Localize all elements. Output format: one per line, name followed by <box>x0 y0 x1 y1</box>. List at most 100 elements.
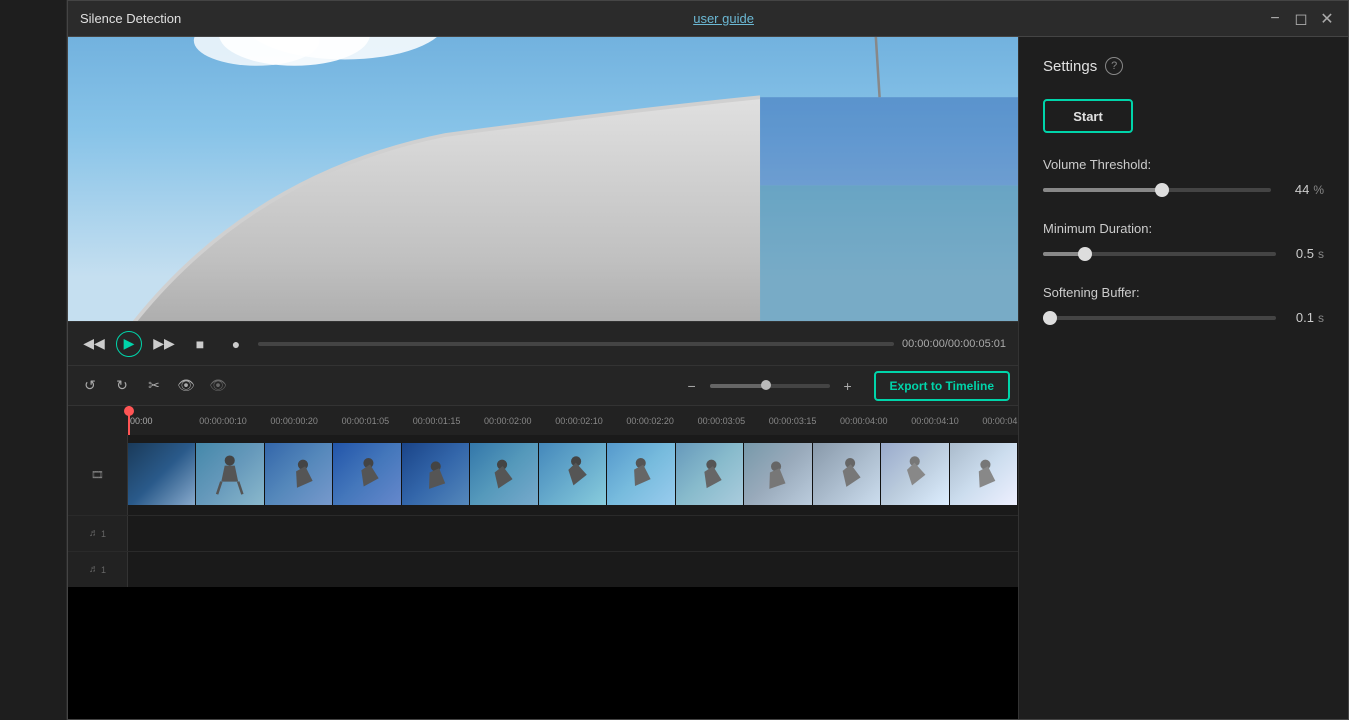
minimum-duration-slider-row: 0.5 s <box>1043 246 1324 261</box>
settings-title: Settings <box>1043 58 1097 75</box>
minimum-duration-value: 0.5 s <box>1286 246 1324 261</box>
audio-track-2-content <box>128 552 1018 587</box>
frame-3 <box>333 443 401 505</box>
audio-track-2-label: ♬ 1 <box>68 552 128 587</box>
ruler-mark-9: 00:00:03:15 <box>769 416 817 426</box>
minimum-duration-unit: s <box>1318 247 1324 261</box>
zoom-out-button[interactable]: − <box>678 372 706 400</box>
softening-buffer-value: 0.1 s <box>1286 310 1324 325</box>
video-track: 🎞 <box>68 435 1018 515</box>
video-track-icon: 🎞 <box>91 470 104 481</box>
volume-threshold-group: Volume Threshold: 44 % <box>1043 157 1324 197</box>
ruler-mark-6: 00:00:02:10 <box>555 416 603 426</box>
play-button[interactable]: ▶▶ <box>150 330 178 358</box>
frame-5 <box>470 443 538 505</box>
frame-2 <box>265 443 333 505</box>
dialog-center-title[interactable]: user guide <box>693 11 754 26</box>
audio-2-number: 1 <box>101 565 106 575</box>
title-controls: − ◻ ✕ <box>1266 10 1336 28</box>
zoom-slider[interactable] <box>710 384 830 388</box>
zoom-controls: − + <box>678 372 862 400</box>
step-forward-button[interactable]: ▶ <box>116 331 142 357</box>
volume-threshold-slider-row: 44 % <box>1043 182 1324 197</box>
volume-threshold-num: 44 <box>1281 182 1309 197</box>
audio-track-1-content <box>128 516 1018 551</box>
ruler-mark-0: 00:00 <box>130 416 153 426</box>
minimize-button[interactable]: − <box>1266 10 1284 28</box>
redo-button[interactable]: ↻ <box>108 372 136 400</box>
undo-button[interactable]: ↺ <box>76 372 104 400</box>
frame-8 <box>676 443 744 505</box>
volume-threshold-slider[interactable] <box>1043 188 1271 192</box>
ruler-mark-12: 00:00:04:20 <box>982 416 1018 426</box>
start-button[interactable]: Start <box>1043 99 1133 133</box>
main-content: ◀◀ ▶ ▶▶ ■ ● 00:00:00/00:00:05:01 ↺ ↻ <box>68 37 1348 719</box>
softening-buffer-slider[interactable] <box>1043 316 1276 320</box>
export-to-timeline-button[interactable]: Export to Timeline <box>874 371 1010 401</box>
audio-1-icon: ♬ <box>89 528 99 539</box>
ruler-mark-8: 00:00:03:05 <box>698 416 746 426</box>
time-display: 00:00:00/00:00:05:01 <box>902 338 1006 350</box>
loop-button[interactable]: ● <box>222 330 250 358</box>
frame-0 <box>128 443 196 505</box>
toolbar-row: ↺ ↻ ✂ 👁 👁 − + Export <box>68 365 1018 405</box>
timeline-ruler: 00:00 00:00:00:10 00:00:00:20 00:00:01:0… <box>68 405 1018 435</box>
video-track-label: 🎞 <box>68 435 128 515</box>
volume-threshold-unit: % <box>1313 183 1324 197</box>
ruler-mark-10: 00:00:04:00 <box>840 416 888 426</box>
video-preview <box>68 37 1018 321</box>
video-progress-bar[interactable] <box>258 342 894 346</box>
title-bar-left: Silence Detection <box>80 11 181 26</box>
dialog-body: ◀◀ ▶ ▶▶ ■ ● 00:00:00/00:00:05:01 ↺ ↻ <box>68 37 1348 719</box>
volume-threshold-label: Volume Threshold: <box>1043 157 1324 172</box>
ruler-mark-4: 00:00:01:15 <box>413 416 461 426</box>
ruler-mark-11: 00:00:04:10 <box>911 416 959 426</box>
softening-buffer-group: Softening Buffer: 0.1 s <box>1043 285 1324 325</box>
softening-buffer-num: 0.1 <box>1286 310 1314 325</box>
video-controls: ◀◀ ▶ ▶▶ ■ ● 00:00:00/00:00:05:01 <box>68 321 1018 365</box>
video-frame <box>68 37 1018 321</box>
frame-4 <box>402 443 470 505</box>
volume-threshold-fill <box>1043 188 1162 192</box>
minimum-duration-group: Minimum Duration: 0.5 s <box>1043 221 1324 261</box>
minimum-duration-label: Minimum Duration: <box>1043 221 1324 236</box>
frame-11 <box>881 443 949 505</box>
video-track-content[interactable] <box>128 435 1018 515</box>
frame-7 <box>607 443 675 505</box>
ruler-mark-3: 00:00:01:05 <box>342 416 390 426</box>
frame-6 <box>539 443 607 505</box>
timeline-track-container: 🎞 <box>68 435 1018 719</box>
softening-buffer-thumb[interactable] <box>1043 311 1057 325</box>
eye-button[interactable]: 👁 <box>172 372 200 400</box>
silence-detection-dialog: Silence Detection user guide − ◻ ✕ <box>67 0 1349 720</box>
volume-threshold-value: 44 % <box>1281 182 1324 197</box>
settings-panel: Settings ? Start Volume Threshold: <box>1018 37 1348 719</box>
softening-buffer-unit: s <box>1318 311 1324 325</box>
audio-2-icon: ♬ <box>89 564 99 575</box>
volume-threshold-thumb[interactable] <box>1155 183 1169 197</box>
softening-buffer-label: Softening Buffer: <box>1043 285 1324 300</box>
cut-button[interactable]: ✂ <box>140 372 168 400</box>
maximize-button[interactable]: ◻ <box>1292 10 1310 28</box>
settings-header: Settings ? <box>1043 57 1324 75</box>
frame-10 <box>813 443 881 505</box>
minimum-duration-thumb[interactable] <box>1078 247 1092 261</box>
minimum-duration-slider[interactable] <box>1043 252 1276 256</box>
zoom-in-button[interactable]: + <box>834 372 862 400</box>
minimum-duration-num: 0.5 <box>1286 246 1314 261</box>
skip-back-button[interactable]: ◀◀ <box>80 330 108 358</box>
background-app <box>0 0 67 720</box>
audio-1-number: 1 <box>101 529 106 539</box>
frame-9 <box>744 443 812 505</box>
frame-1 <box>196 443 264 505</box>
softening-buffer-slider-row: 0.1 s <box>1043 310 1324 325</box>
help-icon[interactable]: ? <box>1105 57 1123 75</box>
video-settings-row: ◀◀ ▶ ▶▶ ■ ● 00:00:00/00:00:05:01 ↺ ↻ <box>68 37 1348 719</box>
eye-off-button[interactable]: 👁 <box>204 372 232 400</box>
frame-12 <box>950 443 1018 505</box>
close-button[interactable]: ✕ <box>1318 10 1336 28</box>
audio-track-1-label: ♬ 1 <box>68 516 128 551</box>
stop-button[interactable]: ■ <box>186 330 214 358</box>
ruler-mark-7: 00:00:02:20 <box>626 416 674 426</box>
filmstrip <box>128 443 1018 505</box>
